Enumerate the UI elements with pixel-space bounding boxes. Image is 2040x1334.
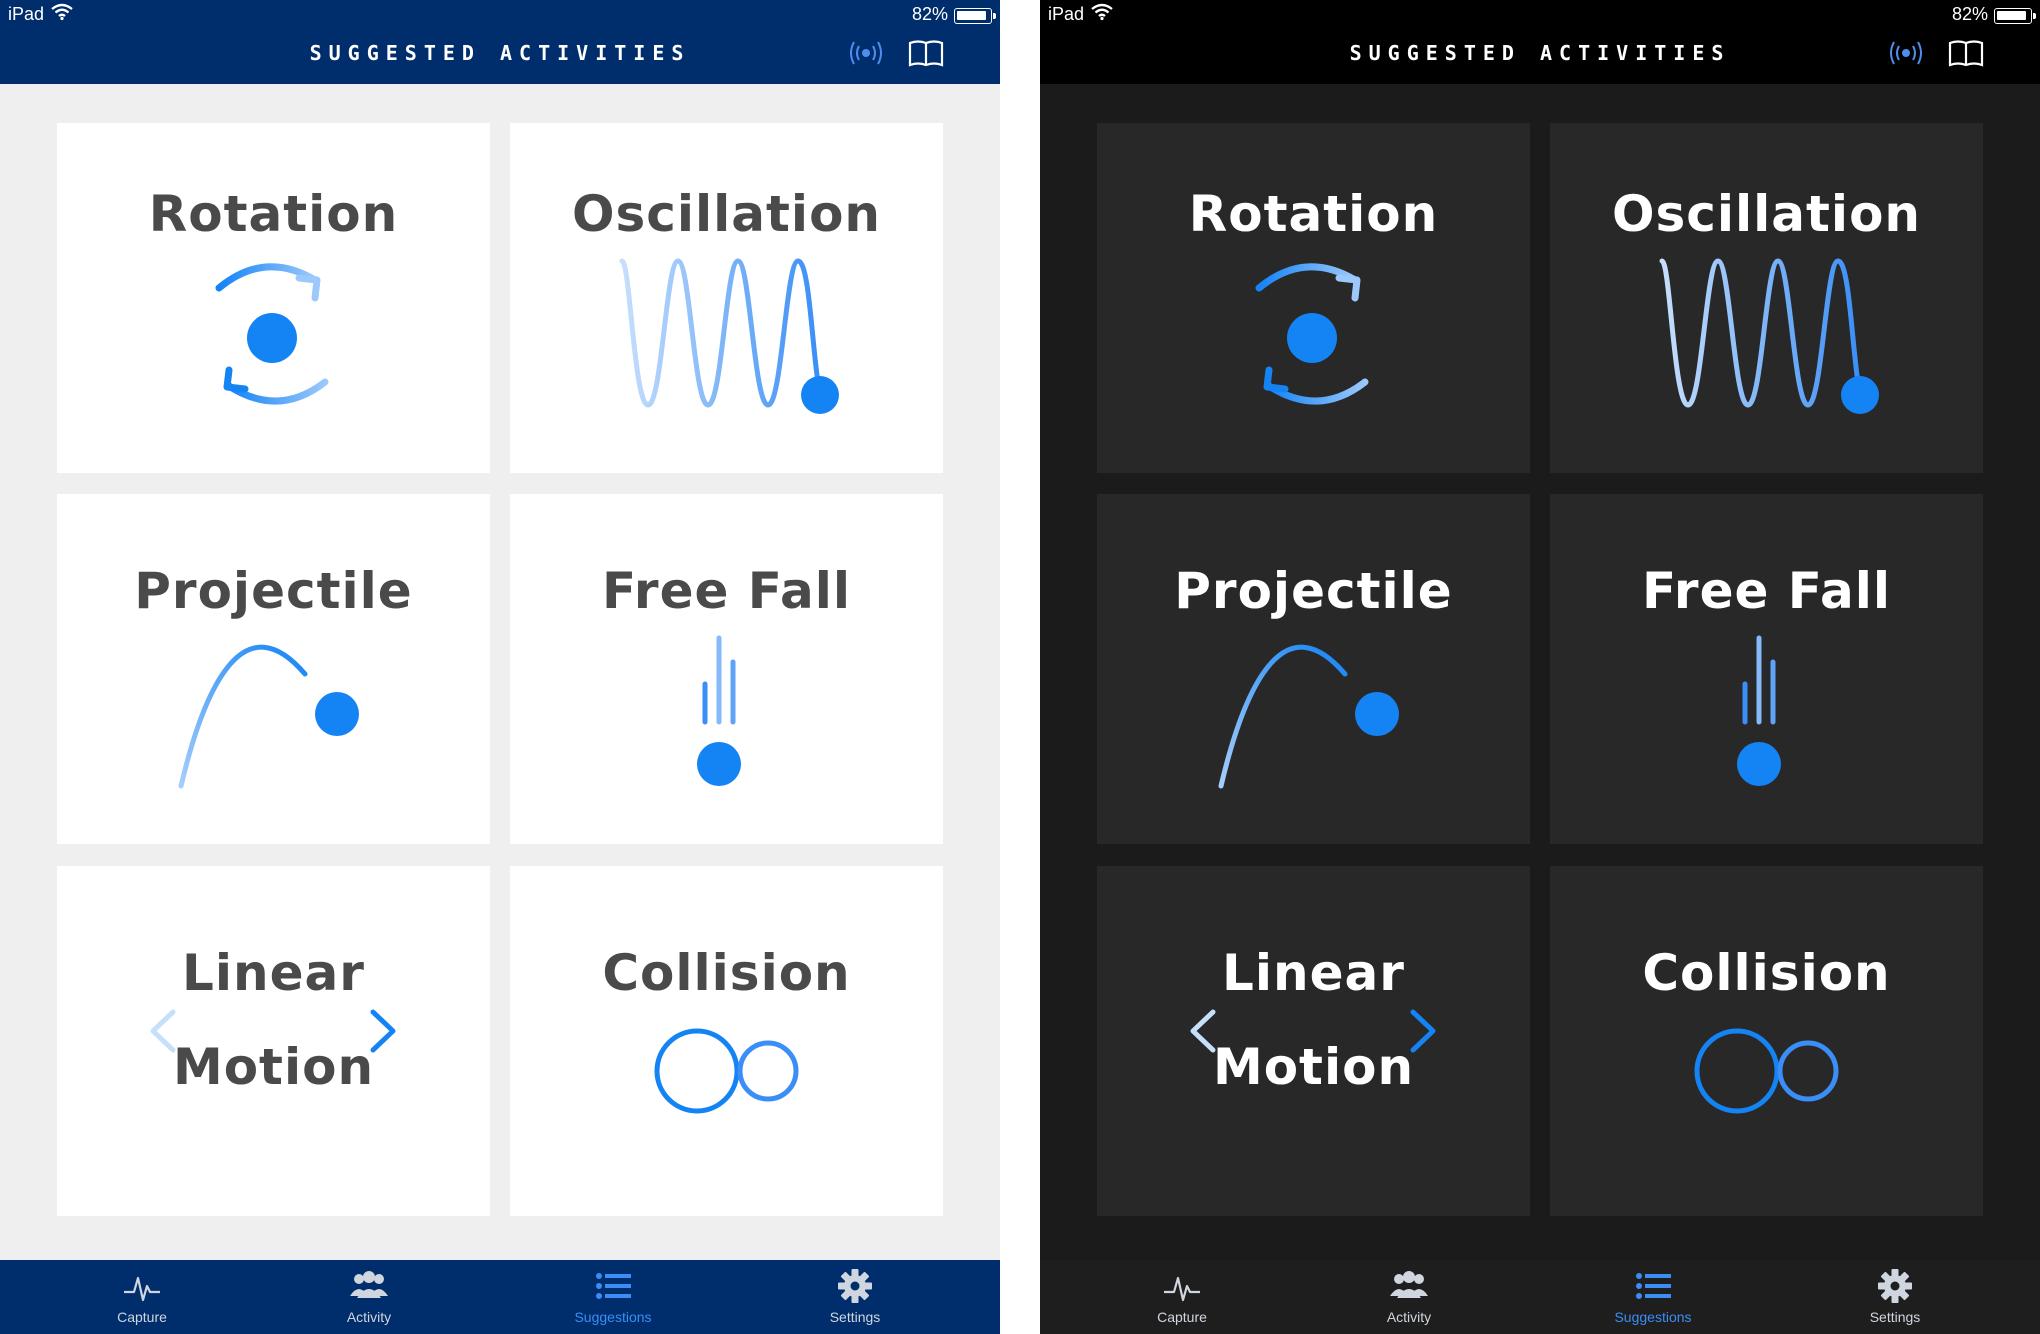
tab-settings[interactable]: Settings [785,1260,925,1334]
tab-bar: Capture Activity Suggestions Settings [0,1260,1000,1334]
tab-activity[interactable]: Activity [1339,1260,1479,1334]
tab-activity[interactable]: Activity [299,1260,439,1334]
tab-label: Activity [1386,1309,1432,1325]
battery-percentage: 82% [1951,4,1988,24]
activity-card-oscillation[interactable]: Oscillation [510,123,943,473]
rotation-icon [215,263,329,405]
pulse-icon [1164,1276,1200,1302]
activity-card-linear-motion[interactable]: Linear Motion [1097,866,1530,1216]
broadcast-icon[interactable] [846,38,886,68]
tab-label: Settings [829,1309,881,1325]
tab-bar: Capture Activity Suggestions Settings [1040,1260,2040,1334]
collision-icon [654,1028,799,1114]
activity-card-collision[interactable]: Collision [1550,866,1983,1216]
activity-label: Projectile [1174,562,1453,620]
comparison-stage: iPad 82% SUGGESTED ACTIVITIES Rotation O… [0,0,2040,1334]
activity-label: Free Fall [601,562,852,620]
free-fall-icon [697,635,741,786]
activity-label: Free Fall [1641,562,1892,620]
oscillation-icon [1659,258,1879,414]
book-icon[interactable] [1946,38,1986,68]
activity-label: Oscillation [1611,185,1922,243]
rotation-icon [1255,263,1369,405]
gear-icon [838,1269,872,1303]
tab-suggestions[interactable]: Suggestions [543,1260,683,1334]
device-name: iPad [8,4,45,24]
activity-label: Rotation [1188,185,1439,243]
broadcast-icon[interactable] [1886,38,1926,68]
list-icon [596,1273,631,1299]
oscillation-icon [619,258,839,414]
activity-label: Collision [602,944,851,1002]
activity-grid: Rotation Oscillation Projectile Free Fal… [57,123,943,1216]
activity-card-free-fall[interactable]: Free Fall [510,494,943,844]
people-icon [1390,1271,1428,1298]
projectile-icon [1218,644,1399,789]
activity-label: Collision [1642,944,1891,1002]
wifi-icon [1091,3,1113,21]
dark-theme-screen: iPad 82% SUGGESTED ACTIVITIES Rotation O… [1040,0,2040,1334]
collision-icon [1694,1028,1839,1114]
activity-label: Projectile [134,562,413,620]
tab-capture[interactable]: Capture [1112,1260,1252,1334]
activity-grid: Rotation Oscillation Projectile Free Fal… [1097,123,1983,1216]
projectile-icon [178,644,359,789]
activity-card-projectile[interactable]: Projectile [57,494,490,844]
tab-label: Suggestions [574,1309,652,1325]
pulse-icon [124,1276,160,1302]
battery-icon [954,8,996,24]
activity-card-collision[interactable]: Collision [510,866,943,1216]
light-theme-screen: iPad 82% SUGGESTED ACTIVITIES Rotation O… [0,0,1000,1334]
tab-label: Settings [1869,1309,1921,1325]
activity-label-line1: Linear [182,944,365,1002]
tab-label: Capture [117,1309,167,1325]
status-bar: iPad 82% [1040,0,2040,30]
activity-card-projectile[interactable]: Projectile [1097,494,1530,844]
activity-card-rotation[interactable]: Rotation [1097,123,1530,473]
tab-settings[interactable]: Settings [1825,1260,1965,1334]
battery-percentage: 82% [911,4,948,24]
tab-label: Capture [1157,1309,1207,1325]
people-icon [350,1271,388,1298]
nav-bar: iPad 82% SUGGESTED ACTIVITIES [1040,0,2040,84]
status-bar: iPad 82% [0,0,1000,30]
linear-motion-icon [150,1009,396,1053]
activity-card-rotation[interactable]: Rotation [57,123,490,473]
activity-label: Rotation [148,185,399,243]
wifi-icon [51,3,73,21]
activity-label: Oscillation [571,185,882,243]
free-fall-icon [1737,635,1781,786]
gear-icon [1878,1269,1912,1303]
activity-card-oscillation[interactable]: Oscillation [1550,123,1983,473]
activity-card-free-fall[interactable]: Free Fall [1550,494,1983,844]
tab-capture[interactable]: Capture [72,1260,212,1334]
tab-suggestions[interactable]: Suggestions [1583,1260,1723,1334]
activity-card-linear-motion[interactable]: Linear Motion [57,866,490,1216]
book-icon[interactable] [906,38,946,68]
device-name: iPad [1048,4,1085,24]
list-icon [1636,1273,1671,1299]
nav-bar: iPad 82% SUGGESTED ACTIVITIES [0,0,1000,84]
activity-label-line1: Linear [1222,944,1405,1002]
tab-label: Activity [346,1309,392,1325]
linear-motion-icon [1190,1009,1436,1053]
tab-label: Suggestions [1614,1309,1692,1325]
battery-icon [1994,8,2036,24]
